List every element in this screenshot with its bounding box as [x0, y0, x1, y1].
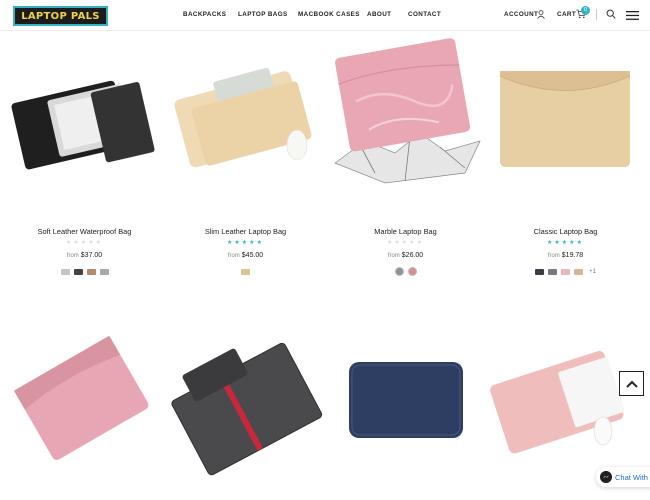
price-prefix: from	[387, 253, 400, 259]
color-swatch[interactable]	[561, 269, 571, 275]
product-rating: ★★★★★	[227, 240, 264, 246]
chat-widget-button[interactable]: Chat With Us	[596, 467, 650, 487]
product-rating: ★★★★★	[66, 240, 103, 246]
price-prefix: from	[227, 253, 240, 259]
product-price: from $19.78	[485, 252, 646, 259]
color-swatch[interactable]	[407, 267, 417, 276]
product-price: from $26.00	[325, 252, 486, 259]
back-to-top-button[interactable]	[619, 371, 644, 396]
price-value: $19.78	[561, 252, 584, 259]
color-swatch[interactable]	[394, 267, 404, 276]
price-prefix: from	[547, 253, 560, 259]
color-swatch[interactable]	[241, 269, 250, 275]
color-swatch[interactable]	[99, 269, 109, 275]
color-swatch[interactable]	[548, 269, 558, 275]
account-link[interactable]: ACCOUNT	[504, 11, 538, 18]
chat-label: Chat With Us	[615, 472, 650, 482]
color-swatch[interactable]	[574, 269, 584, 275]
price-value: $26.00	[401, 252, 424, 259]
product-image[interactable]	[4, 33, 165, 188]
nav-macbook-cases[interactable]: MACBOOK CASES	[298, 11, 360, 18]
nav-about[interactable]: ABOUT	[367, 11, 391, 18]
product-name[interactable]: Soft Leather Waterproof Bag	[4, 227, 165, 236]
price-value: $45.00	[241, 252, 264, 259]
product-image[interactable]	[485, 328, 646, 483]
product-price: from $45.00	[165, 252, 326, 259]
product-card[interactable]: Slim Leather Laptop Bag ★★★★★ from $45.00	[165, 33, 326, 283]
product-image[interactable]	[325, 33, 486, 188]
product-rating: ★★★★★	[547, 240, 584, 246]
product-card[interactable]: Marble Laptop Bag ★★★★★ from $26.00	[325, 33, 486, 283]
product-image[interactable]	[165, 328, 326, 483]
product-card[interactable]: Soft Leather Waterproof Bag ★★★★★ from $3…	[4, 33, 165, 283]
color-swatches	[325, 267, 486, 276]
product-image[interactable]	[165, 33, 326, 188]
color-swatch[interactable]	[535, 269, 545, 275]
price-value: $37.00	[80, 252, 103, 259]
color-swatch[interactable]	[73, 269, 83, 275]
color-swatches	[4, 269, 165, 275]
product-card[interactable]	[4, 328, 165, 493]
product-image[interactable]	[4, 328, 165, 483]
header-divider	[596, 9, 597, 20]
main-nav: BACKPACKS LAPTOP BAGS MACBOOK CASES ABOU…	[0, 11, 650, 21]
cart-link[interactable]: CART	[557, 11, 576, 18]
color-swatches	[165, 269, 326, 275]
product-rating: ★★★★★	[387, 240, 424, 246]
color-swatch[interactable]	[60, 269, 70, 275]
search-icon[interactable]	[606, 9, 616, 19]
user-icon[interactable]	[537, 10, 545, 19]
product-image[interactable]	[485, 33, 646, 188]
color-swatch[interactable]	[86, 269, 96, 275]
cart-count-badge: 0	[581, 6, 590, 15]
nav-contact[interactable]: CONTACT	[408, 11, 441, 18]
more-colors-label[interactable]: +1	[589, 269, 596, 275]
messenger-icon	[600, 471, 612, 483]
product-price: from $37.00	[4, 252, 165, 259]
product-card[interactable]	[165, 328, 326, 493]
product-card[interactable]: Classic Laptop Bag ★★★★★ from $19.78 +1	[485, 33, 646, 283]
site-header: LAPTOP PALS BACKPACKS LAPTOP BAGS MACBOO…	[0, 0, 650, 31]
product-name[interactable]: Marble Laptop Bag	[325, 227, 486, 236]
hamburger-menu-icon[interactable]	[626, 11, 639, 20]
product-image[interactable]	[325, 328, 486, 483]
chevron-up-icon	[625, 380, 638, 388]
product-name[interactable]: Classic Laptop Bag	[485, 227, 646, 236]
product-name[interactable]: Slim Leather Laptop Bag	[165, 227, 326, 236]
price-prefix: from	[66, 253, 79, 259]
nav-backpacks[interactable]: BACKPACKS	[183, 11, 226, 18]
nav-laptop-bags[interactable]: LAPTOP BAGS	[238, 11, 288, 18]
color-swatches: +1	[485, 269, 646, 275]
product-card[interactable]	[325, 328, 486, 493]
